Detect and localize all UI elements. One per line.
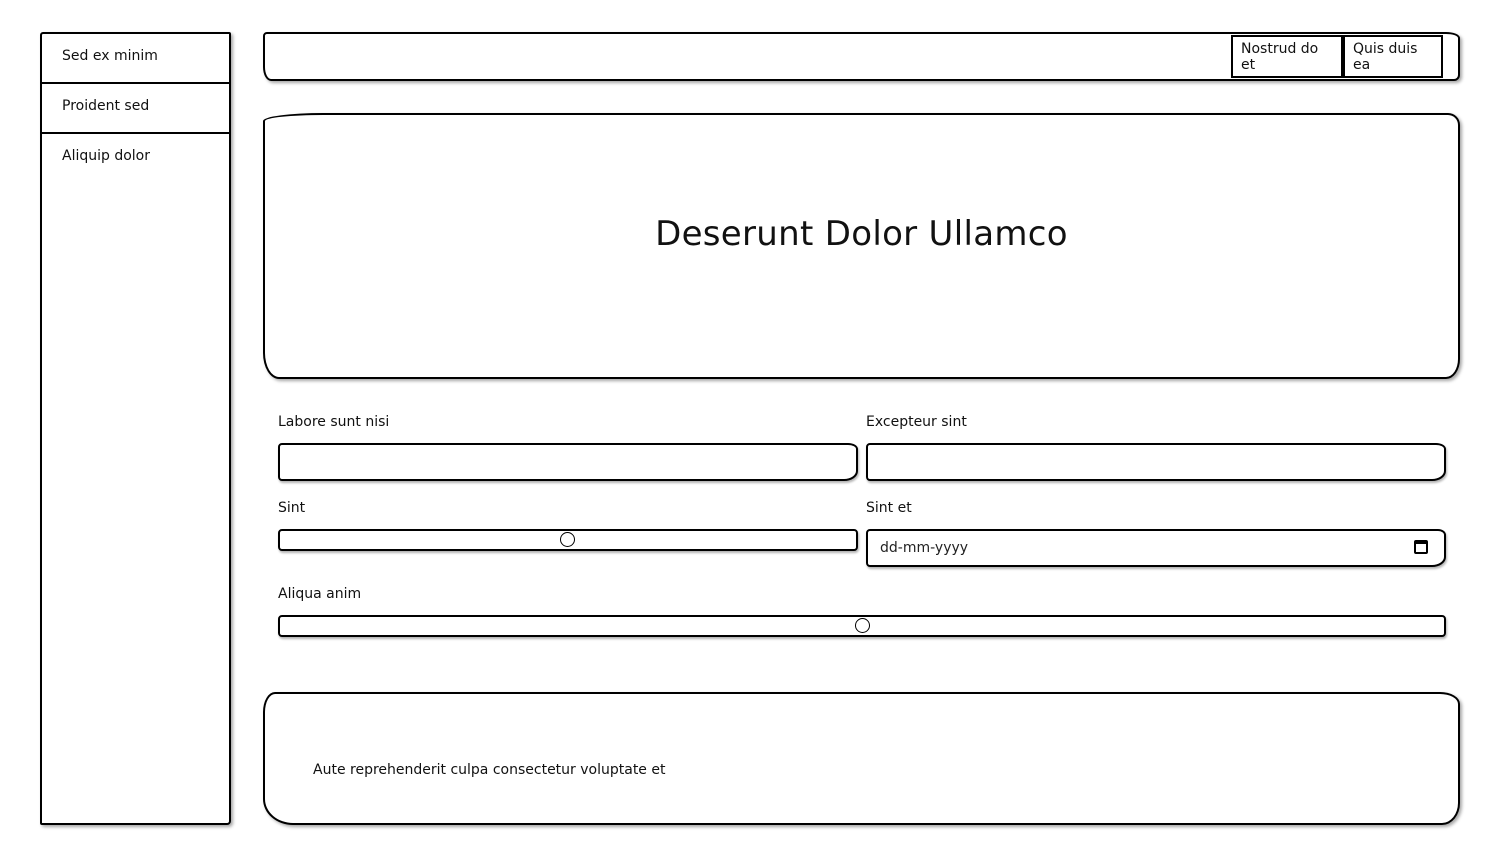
field1-label: Labore sunt nisi — [278, 414, 390, 430]
field2-label: Excepteur sint — [866, 414, 967, 430]
excepteur-sint-input[interactable] — [866, 443, 1446, 481]
footer-panel: Aute reprehenderit culpa consectetur vol… — [263, 692, 1460, 825]
sint-et-date-input[interactable]: dd-mm-yyyy — [866, 529, 1446, 567]
date-label: Sint et — [866, 500, 912, 516]
aliqua-anim-slider[interactable] — [278, 615, 1446, 637]
quis-duis-ea-button[interactable]: Quis duis ea — [1343, 35, 1443, 78]
top-bar: Nostrud do et Quis duis ea — [263, 32, 1460, 81]
sidebar-item-sed-ex-minim[interactable]: Sed ex minim — [42, 34, 229, 84]
sint-slider[interactable] — [278, 529, 858, 551]
sidebar-item-proident-sed[interactable]: Proident sed — [42, 84, 229, 134]
labore-sunt-nisi-input[interactable] — [278, 443, 858, 481]
date-placeholder: dd-mm-yyyy — [880, 540, 969, 556]
sidebar: Sed ex minim Proident sed Aliquip dolor — [40, 32, 231, 825]
hero-banner: Deserunt Dolor Ullamco — [263, 113, 1460, 379]
hero-title: Deserunt Dolor Ullamco — [655, 214, 1068, 254]
page: Sed ex minim Proident sed Aliquip dolor … — [0, 0, 1500, 857]
sint-slider-thumb[interactable] — [560, 532, 575, 547]
sidebar-item-aliquip-dolor[interactable]: Aliquip dolor — [42, 134, 229, 184]
footer-text: Aute reprehenderit culpa consectetur vol… — [313, 762, 666, 778]
slider2-label: Aliqua anim — [278, 586, 362, 602]
nostrud-do-et-button[interactable]: Nostrud do et — [1231, 35, 1343, 78]
aliqua-anim-slider-thumb[interactable] — [855, 618, 870, 633]
slider1-label: Sint — [278, 500, 306, 516]
calendar-icon[interactable] — [1414, 540, 1428, 554]
